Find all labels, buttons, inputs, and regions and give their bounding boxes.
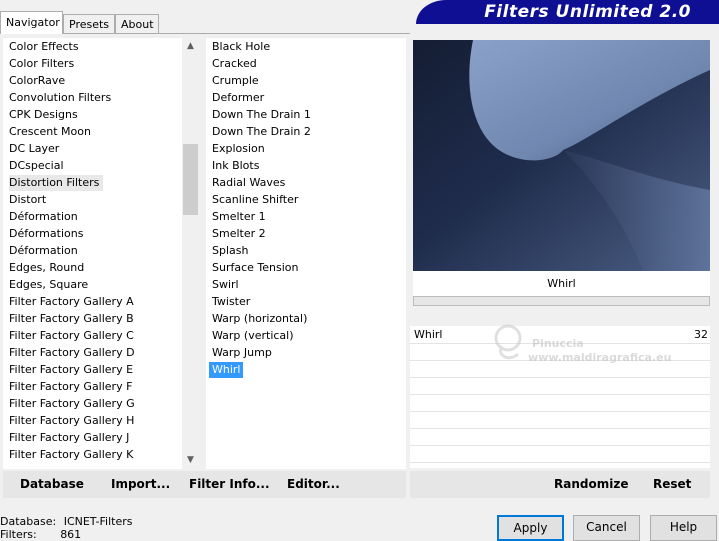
filter-list[interactable]: Black Hole Cracked Crumple Deformer Down The… xyxy=(206,38,406,469)
param-row-empty xyxy=(410,411,710,429)
filter-item[interactable]: Whirl xyxy=(209,362,244,378)
reset-button[interactable]: Reset xyxy=(653,471,691,498)
filter-item[interactable]: Warp (vertical) xyxy=(212,328,294,344)
category-item[interactable]: Color Effects xyxy=(9,39,79,55)
filter-item[interactable]: Twister xyxy=(212,294,250,310)
filter-item[interactable]: Surface Tension xyxy=(212,260,298,276)
help-button[interactable]: Help xyxy=(650,515,717,541)
category-item[interactable]: CPK Designs xyxy=(9,107,78,123)
category-item[interactable]: Filter Factory Gallery F xyxy=(9,379,132,395)
watermark: Pinuccia www.maldiragrafica.eu xyxy=(488,318,688,368)
param-row-empty xyxy=(410,394,710,412)
category-item[interactable]: Déformation xyxy=(9,243,78,259)
tab-about[interactable]: About xyxy=(115,14,159,33)
category-list[interactable]: Color Effects Color Filters ColorRave Convo… xyxy=(3,38,182,469)
preview-image xyxy=(413,40,710,271)
category-item[interactable]: Déformations xyxy=(9,226,83,242)
category-scrollbar[interactable]: ▲ ▼ xyxy=(182,38,199,469)
category-item[interactable]: Filter Factory Gallery E xyxy=(9,362,133,378)
tab-navigator[interactable]: Navigator xyxy=(0,11,63,34)
database-label: Database: xyxy=(0,515,57,528)
filter-item[interactable]: Warp (horizontal) xyxy=(212,311,307,327)
category-item[interactable]: Crescent Moon xyxy=(9,124,91,140)
scroll-up-icon[interactable]: ▲ xyxy=(182,38,199,55)
database-button[interactable]: Database xyxy=(20,471,84,498)
category-item[interactable]: Edges, Round xyxy=(9,260,84,276)
filter-item[interactable]: Black Hole xyxy=(212,39,270,55)
apply-button[interactable]: Apply xyxy=(497,515,564,541)
filter-item[interactable]: Down The Drain 2 xyxy=(212,124,311,140)
category-item[interactable]: Color Filters xyxy=(9,56,74,72)
filter-item[interactable]: Ink Blots xyxy=(212,158,259,174)
category-item[interactable]: Filter Factory Gallery B xyxy=(9,311,134,327)
category-item[interactable]: Distortion Filters xyxy=(9,175,104,191)
left-button-bar: Database Import... Filter Info... Editor… xyxy=(3,471,406,498)
category-item[interactable]: Distort xyxy=(9,192,46,208)
category-item[interactable]: Filter Factory Gallery K xyxy=(9,447,133,463)
category-item[interactable]: Filter Factory Gallery H xyxy=(9,413,134,429)
preview-filter-name: Whirl xyxy=(413,271,710,296)
filter-item[interactable]: Smelter 1 xyxy=(212,209,266,225)
tab-presets[interactable]: Presets xyxy=(63,14,115,33)
category-item[interactable]: Convolution Filters xyxy=(9,90,111,106)
category-item[interactable]: Filter Factory Gallery A xyxy=(9,294,134,310)
whirl-preview-graphic xyxy=(413,40,710,271)
watermark-line2: www.maldiragrafica.eu xyxy=(528,351,671,364)
progress-bar xyxy=(413,296,710,306)
editor-button[interactable]: Editor... xyxy=(287,471,340,498)
param-row-empty xyxy=(410,377,710,395)
import-button[interactable]: Import... xyxy=(111,471,170,498)
scroll-thumb[interactable] xyxy=(183,144,198,215)
filter-item[interactable]: Warp Jump xyxy=(212,345,272,361)
filter-item[interactable]: Crumple xyxy=(212,73,259,89)
status-filters: Filters: 861 xyxy=(0,528,81,541)
category-item[interactable]: Filter Factory Gallery C xyxy=(9,328,134,344)
watermark-logo-icon: Pinuccia www.maldiragrafica.eu xyxy=(494,324,671,364)
category-item[interactable]: Déformation xyxy=(9,209,78,225)
filter-info-button[interactable]: Filter Info... xyxy=(189,471,270,498)
filter-item[interactable]: Scanline Shifter xyxy=(212,192,298,208)
category-item[interactable]: DCspecial xyxy=(9,158,64,174)
param-name: Whirl xyxy=(414,328,443,341)
cancel-button[interactable]: Cancel xyxy=(573,515,640,541)
app-title: Filters Unlimited 2.0 xyxy=(484,2,691,22)
filter-item[interactable]: Explosion xyxy=(212,141,265,157)
filters-value: 861 xyxy=(60,528,82,541)
watermark-line1: Pinuccia xyxy=(532,337,584,350)
right-button-bar: Randomize Reset xyxy=(410,471,710,498)
category-item[interactable]: ColorRave xyxy=(9,73,65,89)
filter-item[interactable]: Radial Waves xyxy=(212,175,285,191)
filters-label: Filters: xyxy=(0,528,37,541)
category-item[interactable]: Filter Factory Gallery G xyxy=(9,396,135,412)
scroll-down-icon[interactable]: ▼ xyxy=(182,452,199,469)
filter-item[interactable]: Smelter 2 xyxy=(212,226,266,242)
param-row-empty xyxy=(410,428,710,446)
title-banner: Filters Unlimited 2.0 xyxy=(416,0,719,24)
filter-item[interactable]: Deformer xyxy=(212,90,264,106)
database-value: ICNET-Filters xyxy=(63,515,133,528)
param-value[interactable]: 32 xyxy=(694,326,708,343)
category-item[interactable]: Filter Factory Gallery D xyxy=(9,345,135,361)
filter-item[interactable]: Cracked xyxy=(212,56,257,72)
filter-item[interactable]: Splash xyxy=(212,243,248,259)
category-item[interactable]: Filter Factory Gallery J xyxy=(9,430,129,446)
status-database: Database: ICNET-Filters xyxy=(0,515,132,528)
category-item[interactable]: DC Layer xyxy=(9,141,59,157)
randomize-button[interactable]: Randomize xyxy=(554,471,628,498)
filter-item[interactable]: Swirl xyxy=(212,277,239,293)
filter-item[interactable]: Down The Drain 1 xyxy=(212,107,311,123)
category-item[interactable]: Edges, Square xyxy=(9,277,88,293)
param-row-empty xyxy=(410,445,710,463)
